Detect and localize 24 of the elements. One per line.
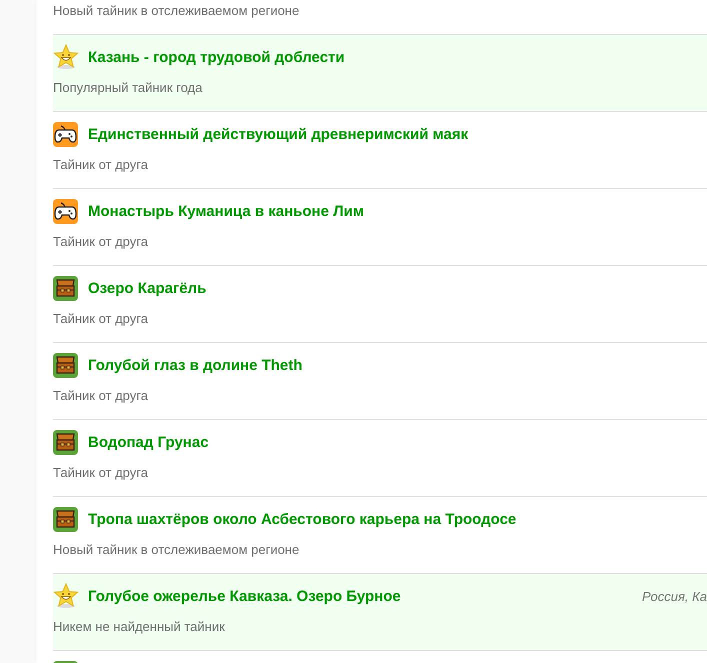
treasure-chest-icon bbox=[53, 430, 78, 454]
cache-title-link[interactable]: Голубой глаз в долине Theth bbox=[88, 356, 302, 374]
event-description: Тайник от друга bbox=[53, 464, 148, 482]
cache-title-link[interactable]: Озеро Карагёль bbox=[88, 280, 206, 296]
cache-title-link[interactable]: Голубое ожерелье Кавказа. Озеро Бурное bbox=[88, 588, 401, 604]
cache-title-link[interactable]: Единственный действующий древнеримский маяк bbox=[88, 126, 468, 142]
event-description: Тайник от друга bbox=[53, 387, 148, 405]
cache-title-link[interactable]: Казань - город трудовой доблести bbox=[88, 48, 345, 66]
gamepad-icon bbox=[53, 198, 78, 224]
cache-title-link[interactable]: Водопад Грунас bbox=[88, 434, 209, 450]
event-description: Тайник от друга bbox=[53, 310, 148, 328]
location-text: Россия, Ка bbox=[642, 588, 707, 604]
event-description: Популярный тайник года bbox=[53, 79, 202, 97]
treasure-chest-icon bbox=[53, 352, 78, 378]
cache-title-link[interactable]: Монастырь Куманица в каньоне Лим bbox=[88, 202, 364, 220]
event-description: Новый тайник в отслеживаемом регионе bbox=[53, 2, 300, 20]
event-description: Тайник от друга bbox=[53, 233, 148, 251]
treasure-chest-icon bbox=[53, 506, 78, 532]
gamepad-icon bbox=[53, 122, 78, 146]
cache-title-link[interactable]: Тропа шахтёров около Асбестового карьера на Троодосе bbox=[88, 510, 516, 528]
event-description: Новый тайник в отслеживаемом регионе bbox=[53, 541, 300, 559]
event-description: Никем не найденный тайник bbox=[53, 618, 225, 636]
treasure-chest-icon bbox=[53, 276, 78, 300]
event-description: Тайник от друга bbox=[53, 156, 148, 174]
